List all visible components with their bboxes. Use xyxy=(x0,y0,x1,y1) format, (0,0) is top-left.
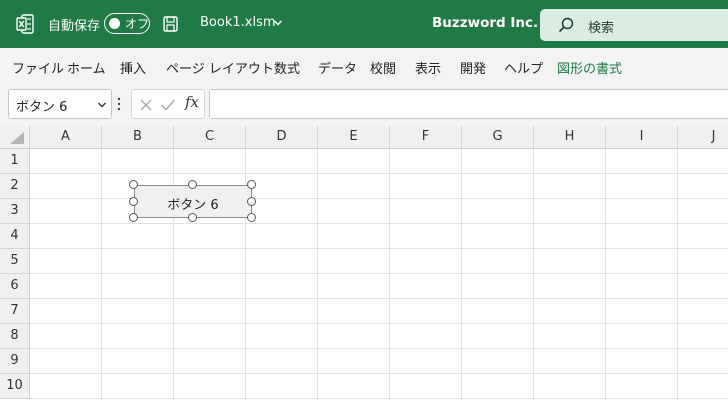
toggle-knob xyxy=(109,17,120,29)
search-placeholder: 検索 xyxy=(588,21,615,36)
row-header-2[interactable]: 2 xyxy=(0,174,30,199)
file-name[interactable]: Book1.xlsm xyxy=(200,15,276,30)
tab-view[interactable]: 表示 xyxy=(415,58,441,77)
autosave-label: 自動保存 xyxy=(48,19,101,34)
resize-handle-right[interactable] xyxy=(247,197,256,206)
column-header-h[interactable]: H xyxy=(534,126,606,149)
gridline xyxy=(30,348,728,349)
autosave-toggle[interactable]: オフ xyxy=(104,13,150,34)
name-box[interactable]: ボタン 6 xyxy=(8,89,112,119)
ribbon-tabs: ファイル ホーム 挿入 ページ レイアウト 数式 データ 校閲 表示 開発 ヘル… xyxy=(0,48,728,84)
tab-data[interactable]: データ xyxy=(318,58,357,77)
select-all-button[interactable] xyxy=(0,126,30,149)
column-header-i[interactable]: I xyxy=(606,126,678,149)
tab-page-layout[interactable]: ページ レイアウト xyxy=(166,58,274,77)
search-box[interactable]: 検索 xyxy=(540,9,728,41)
gridline xyxy=(30,173,728,174)
resize-handle-top[interactable] xyxy=(188,180,197,189)
tab-formulas[interactable]: 数式 xyxy=(274,58,300,77)
resize-handle-bottom-right[interactable] xyxy=(247,213,256,222)
tab-help[interactable]: ヘルプ xyxy=(504,58,543,77)
tab-developer[interactable]: 開発 xyxy=(460,58,486,77)
gridline xyxy=(30,248,728,249)
resize-handle-left[interactable] xyxy=(129,197,138,206)
chevron-down-icon[interactable] xyxy=(97,101,107,109)
autosave-toggle-state: オフ xyxy=(125,17,150,31)
check-icon[interactable] xyxy=(160,98,176,112)
resize-handle-top-right[interactable] xyxy=(247,180,256,189)
gridline xyxy=(30,273,728,274)
form-button-label: ボタン 6 xyxy=(167,198,219,213)
column-header-e[interactable]: E xyxy=(318,126,390,149)
row-header-9[interactable]: 9 xyxy=(0,349,30,374)
resize-handle-bottom-left[interactable] xyxy=(129,213,138,222)
column-header-d[interactable]: D xyxy=(246,126,318,149)
row-header-7[interactable]: 7 xyxy=(0,299,30,324)
gridline xyxy=(317,149,318,400)
chevron-down-icon[interactable] xyxy=(273,19,283,27)
row-header-4[interactable]: 4 xyxy=(0,224,30,249)
account-name[interactable]: Buzzword Inc. xyxy=(432,15,538,31)
save-icon[interactable] xyxy=(163,16,178,32)
search-icon xyxy=(558,17,574,33)
gridline xyxy=(30,323,728,324)
tab-home[interactable]: ホーム xyxy=(67,58,106,77)
more-options-icon[interactable] xyxy=(117,97,121,111)
column-header-j[interactable]: J xyxy=(678,126,728,149)
tab-insert[interactable]: 挿入 xyxy=(120,58,146,77)
formula-actions: fx xyxy=(131,89,205,119)
gridline xyxy=(389,149,390,400)
formula-bar: ボタン 6 fx xyxy=(0,84,728,126)
insert-function-icon[interactable]: fx xyxy=(185,93,199,111)
column-header-a[interactable]: A xyxy=(30,126,102,149)
gridline xyxy=(461,149,462,400)
row-header-1[interactable]: 1 xyxy=(0,149,30,174)
tab-review[interactable]: 校閲 xyxy=(370,58,396,77)
gridline xyxy=(101,149,102,400)
column-header-g[interactable]: G xyxy=(462,126,534,149)
resize-handle-bottom[interactable] xyxy=(188,213,197,222)
title-bar: 自動保存 オフ Book1.xlsm Buzzword Inc. 検索 xyxy=(0,0,728,48)
name-box-value: ボタン 6 xyxy=(16,100,68,115)
formula-input[interactable] xyxy=(209,89,728,119)
gridline xyxy=(30,373,728,374)
excel-icon[interactable] xyxy=(16,14,34,34)
cancel-icon[interactable] xyxy=(139,98,153,112)
worksheet-grid[interactable]: A B C D E F G H I J 1 2 3 4 5 6 7 8 9 10 xyxy=(0,126,728,400)
tab-shape-format[interactable]: 図形の書式 xyxy=(557,58,622,77)
gridline xyxy=(533,149,534,400)
gridline xyxy=(677,149,678,400)
resize-handle-top-left[interactable] xyxy=(129,180,138,189)
column-header-b[interactable]: B xyxy=(102,126,174,149)
row-header-3[interactable]: 3 xyxy=(0,199,30,224)
row-header-10[interactable]: 10 xyxy=(0,374,30,399)
gridline xyxy=(30,398,728,399)
select-all-icon xyxy=(10,132,24,144)
row-header-5[interactable]: 5 xyxy=(0,249,30,274)
column-header-f[interactable]: F xyxy=(390,126,462,149)
row-header-8[interactable]: 8 xyxy=(0,324,30,349)
row-header-6[interactable]: 6 xyxy=(0,274,30,299)
tab-file[interactable]: ファイル xyxy=(12,58,64,77)
gridline xyxy=(30,223,728,224)
column-header-c[interactable]: C xyxy=(174,126,246,149)
gridline xyxy=(30,298,728,299)
gridline xyxy=(605,149,606,400)
